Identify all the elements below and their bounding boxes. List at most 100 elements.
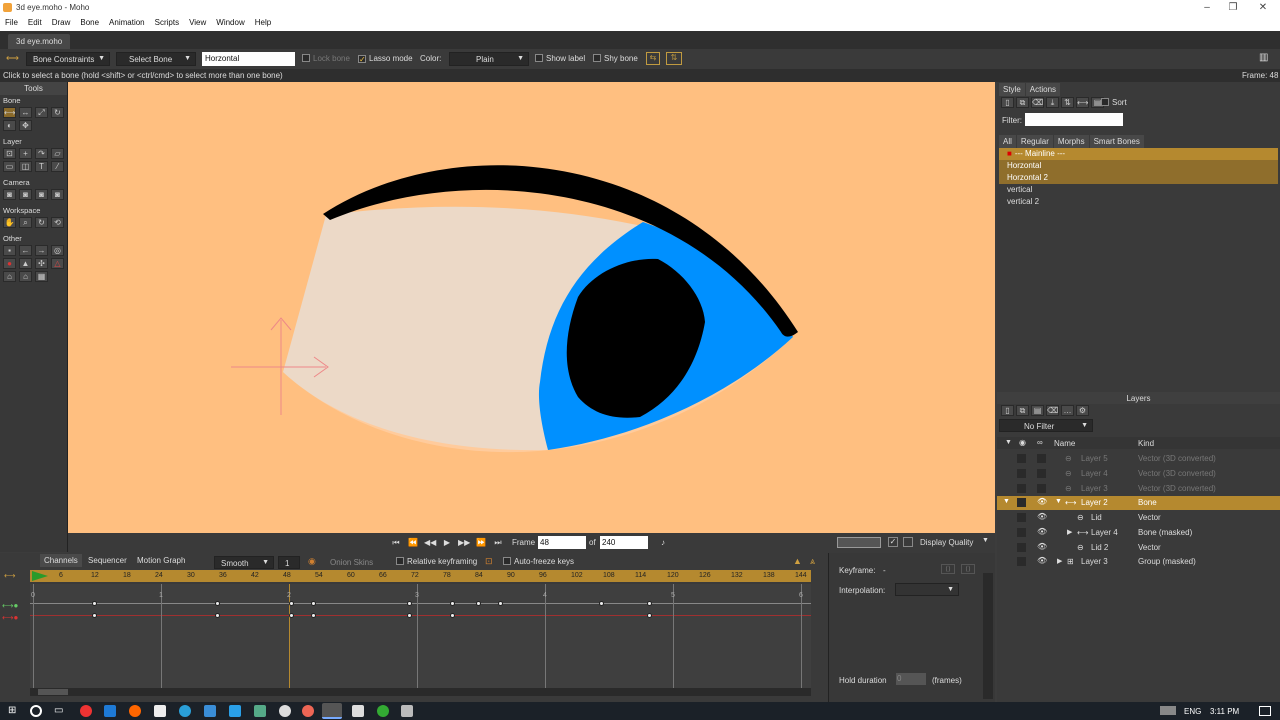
maximize-icon[interactable]: ❐ <box>1220 1 1246 15</box>
bone-name-input[interactable]: Horzontal <box>202 52 295 66</box>
frame-input[interactable]: 48 <box>538 536 586 549</box>
keyframe-dot[interactable] <box>311 601 316 606</box>
record-tool-icon[interactable]: ● <box>3 258 16 269</box>
menu-view[interactable]: View <box>184 16 211 29</box>
menu-window[interactable]: Window <box>211 16 249 29</box>
step-back-icon[interactable]: ⏪ <box>407 537 419 549</box>
app-icon[interactable] <box>279 705 291 717</box>
windows-start-icon[interactable]: ⊞ <box>8 706 18 716</box>
lock-bone-checkbox[interactable]: Lock bone <box>302 54 350 63</box>
keyframe-interp-dropdown[interactable]: ▼ <box>895 583 959 596</box>
keyframe-dot[interactable] <box>647 613 652 618</box>
duplicate-action-icon[interactable]: ⧉ <box>1016 97 1029 108</box>
chevron-down-icon[interactable]: ▼ <box>982 537 989 544</box>
interp-number-dropdown[interactable]: 1 <box>278 556 300 569</box>
layer-row[interactable]: 👁 ▶ ⊞ Layer 3 Group (masked) <box>997 555 1280 569</box>
column-name[interactable]: Name <box>1054 439 1075 448</box>
zoom-tool-icon[interactable]: ⌕ <box>19 217 32 228</box>
grid-tool-icon[interactable]: ▦ <box>35 271 48 282</box>
bone-constraints-dropdown[interactable]: Bone Constraints ▼ <box>26 52 110 66</box>
frame-icon[interactable] <box>903 537 913 547</box>
more-options-icon[interactable]: … <box>1061 405 1074 416</box>
keyframe-dot[interactable] <box>450 613 455 618</box>
canvas-viewport[interactable] <box>68 82 995 533</box>
tab-actions[interactable]: Actions <box>1025 83 1061 96</box>
duplicate-layer-icon[interactable]: ⧉ <box>1016 405 1029 416</box>
language-indicator[interactable]: ENG <box>1184 707 1201 716</box>
book-icon[interactable]: ▥ <box>1259 52 1273 65</box>
delete-action-icon[interactable]: ⌫ <box>1031 97 1044 108</box>
keyframe-dot[interactable] <box>476 601 481 606</box>
shear-layer-tool-icon[interactable]: ▱ <box>51 148 64 159</box>
fast-forward-icon[interactable]: ⏭ <box>492 537 504 549</box>
document-tab[interactable]: 3d eye.moho <box>8 34 71 49</box>
insert-action-icon[interactable]: ⤓ <box>1046 97 1059 108</box>
keyframe-dot[interactable] <box>407 613 412 618</box>
rotate-workspace-tool-icon[interactable]: ↻ <box>35 217 48 228</box>
bone-flip-h-icon[interactable]: ⇆ <box>646 52 660 65</box>
warp-tool-icon[interactable]: △ <box>51 258 64 269</box>
manipulate-bones-tool-icon[interactable]: ✥ <box>19 120 32 131</box>
properties-scrollbar[interactable] <box>983 573 993 699</box>
total-frames-input[interactable]: 240 <box>600 536 648 549</box>
timeline-channel-icon[interactable]: ⟷ <box>4 571 15 581</box>
action-horzontal[interactable]: Horzontal <box>999 160 1278 172</box>
layout-view-icon[interactable] <box>837 537 881 548</box>
collapse-all-icon[interactable]: ▼ <box>1005 439 1012 446</box>
orbit-workspace-tool-icon[interactable]: ⟲ <box>51 217 64 228</box>
group-tool-icon[interactable]: ▲ <box>19 258 32 269</box>
app-icon[interactable] <box>401 705 413 717</box>
action-vertical[interactable]: vertical <box>999 184 1278 196</box>
layer-mask-tool-icon[interactable]: ◫ <box>19 161 32 172</box>
step-forward-icon[interactable]: ⏩ <box>475 537 487 549</box>
menu-bone[interactable]: Bone <box>75 16 104 29</box>
script-tool-icon[interactable]: ▪ <box>3 245 16 256</box>
app-icon[interactable] <box>254 705 266 717</box>
menu-scripts[interactable]: Scripts <box>150 16 184 29</box>
particle-tool-icon[interactable]: ✣ <box>35 258 48 269</box>
next-keyframe-icon[interactable]: ▶▶ <box>458 537 470 549</box>
task-view-icon[interactable]: ▭ <box>54 705 63 716</box>
chrome-icon[interactable] <box>80 705 92 717</box>
menu-file[interactable]: File <box>0 16 23 29</box>
keyframe-dot[interactable] <box>92 601 97 606</box>
firefox-icon[interactable] <box>129 705 141 717</box>
color-dropdown[interactable]: Plain ▼ <box>449 52 529 66</box>
app-icon[interactable] <box>302 705 314 717</box>
camera-zoom-tool-icon[interactable]: ◙ <box>19 189 32 200</box>
tab-style[interactable]: Style <box>999 83 1025 96</box>
transform-layer-tool-icon[interactable]: ▭ <box>3 161 16 172</box>
scale-bone-tool-icon[interactable]: ⤢ <box>35 107 48 118</box>
action-vertical-2[interactable]: vertical 2 <box>999 196 1278 208</box>
layer-row[interactable]: ⊖ Layer 4 Vector (3D converted) <box>997 467 1280 481</box>
lock-keys-icon[interactable]: ⊡ <box>485 556 493 567</box>
menu-edit[interactable]: Edit <box>23 16 47 29</box>
keyframe-dot[interactable] <box>450 601 455 606</box>
tab-smart-bones[interactable]: Smart Bones <box>1089 135 1144 148</box>
notifications-icon[interactable] <box>1259 706 1271 716</box>
new-layer-icon[interactable]: ▯ <box>1001 405 1014 416</box>
delete-layer-icon[interactable]: ⌫ <box>1046 405 1059 416</box>
arrow-left-tool-icon[interactable]: ← <box>19 245 32 256</box>
timeline-scrollbar[interactable] <box>30 688 811 696</box>
layer-settings-icon[interactable]: ⚙ <box>1076 405 1089 416</box>
cortana-icon[interactable] <box>30 705 42 717</box>
play-icon[interactable]: ▶ <box>441 537 453 549</box>
timeline-scroll-thumb[interactable] <box>38 689 68 695</box>
column-kind[interactable]: Kind <box>1138 439 1154 448</box>
layer-row[interactable]: 👁 ⊖ Lid Vector <box>997 511 1280 525</box>
minimize-icon[interactable]: – <box>1194 1 1220 15</box>
tab-regular[interactable]: Regular <box>1016 135 1053 148</box>
prev-keyframe-icon[interactable]: ⟨⟩ <box>941 564 955 574</box>
set-origin-tool-icon[interactable]: ⊡ <box>3 148 16 159</box>
translate-bone-tool-icon[interactable]: ↔ <box>19 107 32 118</box>
select-bone-dropdown[interactable]: Select Bone ▼ <box>116 52 196 66</box>
clock[interactable]: 3:11 PM <box>1210 707 1239 716</box>
interpolation-dropdown[interactable]: Smooth ▼ <box>214 556 274 569</box>
layer-folder-icon[interactable]: ▤ <box>1031 405 1044 416</box>
keyframe-dot[interactable] <box>289 613 294 618</box>
file-explorer-icon[interactable] <box>154 705 166 717</box>
show-label-checkbox[interactable]: Show label <box>535 54 585 63</box>
edge-icon[interactable] <box>104 705 116 717</box>
keyboard-icon[interactable] <box>1160 706 1176 715</box>
